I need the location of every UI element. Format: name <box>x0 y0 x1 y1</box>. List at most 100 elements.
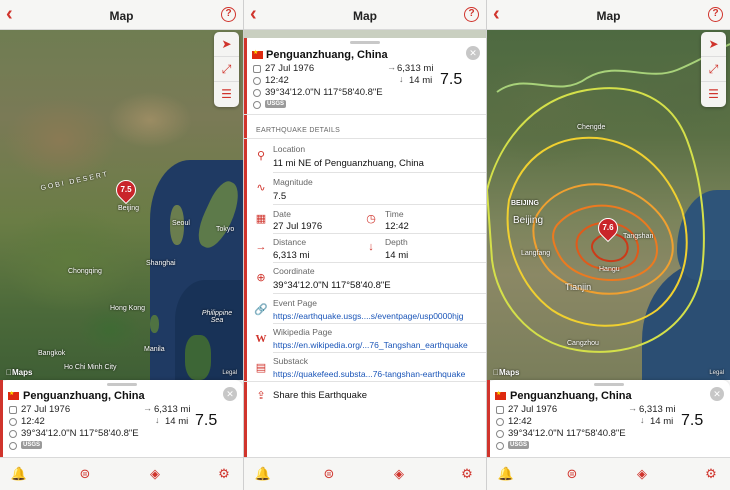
map-pin-icon: ⚲ <box>256 150 266 162</box>
divider <box>244 138 486 139</box>
list-icon[interactable]: ☰ <box>214 82 239 107</box>
wikipedia-link[interactable]: https://en.wikipedia.org/...76_Tangshan_… <box>273 340 468 350</box>
grabber[interactable] <box>350 41 380 44</box>
arrow-down-icon: ↓ <box>368 241 374 253</box>
grabber[interactable] <box>593 383 624 386</box>
map-controls: ➤ ⤢ ☰ <box>701 32 726 107</box>
list-icon[interactable]: ☰ <box>701 82 726 107</box>
arrow-down-icon: ↓ <box>640 415 645 425</box>
info-icon <box>496 442 504 450</box>
expand-arrows-icon[interactable]: ⤢ <box>214 57 239 82</box>
expand-arrows-icon[interactable]: ⤢ <box>701 57 726 82</box>
map-label: BEIJING <box>511 200 540 207</box>
calendar-icon <box>496 406 504 414</box>
earthquake-card[interactable]: ✕ Penguanzhuang, China 27 Jul 1976 12:42… <box>0 380 243 457</box>
clock-icon: ◷ <box>366 213 376 225</box>
bell-icon[interactable]: 🔔 <box>497 465 515 483</box>
gear-icon[interactable]: ⚙ <box>458 465 476 483</box>
nav-bar: ‹ Map ? <box>487 0 730 30</box>
event-page-link[interactable]: https://earthquake.usgs....s/eventpage/u… <box>273 311 463 321</box>
map-label: Philippine Sea <box>201 310 233 324</box>
location-arrow-icon[interactable]: ➤ <box>701 32 726 57</box>
distance-value: 6,313 mi <box>273 250 310 261</box>
divider <box>273 233 486 234</box>
map-label: Tokyo <box>216 226 235 233</box>
question-circle-icon[interactable]: ? <box>464 7 479 22</box>
target-icon <box>9 430 17 438</box>
source-badge: USGS <box>508 441 530 449</box>
event-time: 12:42 <box>21 416 45 427</box>
pin-magnitude: 7.6 <box>602 223 614 232</box>
apple-maps-text: Maps <box>6 368 32 377</box>
legal-link[interactable]: Legal <box>222 370 237 376</box>
event-time: 12:42 <box>265 75 289 86</box>
close-icon[interactable]: ✕ <box>710 387 724 401</box>
event-coordinate: 39°34'12.0"N 117°58'40.8"E <box>508 428 626 439</box>
layers-icon[interactable]: ◈ <box>146 465 164 483</box>
nav-bar: ‹ Map ? <box>0 0 243 30</box>
map-view[interactable]: Chengde BEIJING Beijing Langfang Tangsha… <box>487 30 730 380</box>
event-date: 27 Jul 1976 <box>21 404 71 415</box>
question-circle-icon[interactable]: ? <box>708 7 723 22</box>
gear-icon[interactable]: ⚙ <box>215 465 233 483</box>
clock-icon <box>253 77 261 85</box>
layers-icon[interactable]: ◈ <box>390 465 408 483</box>
event-magnitude: 7.5 <box>681 412 704 429</box>
gear-icon[interactable]: ⚙ <box>702 465 720 483</box>
section-header: EARTHQUAKE DETAILS <box>256 127 341 134</box>
map-screen-left: ‹ Map ? GOBI DESERT Beijing Seoul Tokyo … <box>0 0 243 490</box>
event-magnitude: 7.5 <box>195 412 218 429</box>
share-button[interactable]: Share this Earthquake <box>273 390 367 401</box>
event-depth: 14 mi <box>165 416 189 427</box>
substack-label: Substack <box>273 356 308 366</box>
map-label: GOBI DESERT <box>40 170 110 193</box>
apple-maps-logo: Maps <box>493 368 519 377</box>
event-distance: 6,313 mi <box>154 404 191 415</box>
list-circle-icon[interactable]: ⊜ <box>76 465 94 483</box>
wikipedia-icon: W <box>255 333 267 345</box>
map-peek <box>244 30 486 38</box>
page-title: Map <box>596 9 621 23</box>
accent-bar <box>244 110 247 457</box>
land-area <box>150 315 159 333</box>
map-view[interactable]: GOBI DESERT Beijing Seoul Tokyo Shanghai… <box>0 30 243 380</box>
date-label: Date <box>273 209 291 219</box>
list-circle-icon[interactable]: ⊜ <box>563 465 581 483</box>
contour-line <box>496 43 730 93</box>
grabber[interactable] <box>106 383 137 386</box>
substack-link[interactable]: https://quakefeed.substa...76-tangshan-e… <box>273 369 465 379</box>
target-icon <box>496 430 504 438</box>
arrow-down-icon: ↓ <box>399 74 404 84</box>
arrow-right-icon: → <box>143 403 152 413</box>
close-icon[interactable]: ✕ <box>466 46 480 60</box>
layers-icon[interactable]: ◈ <box>633 465 651 483</box>
event-coordinate: 39°34'12.0"N 117°58'40.8"E <box>265 87 383 98</box>
location-arrow-icon[interactable]: ➤ <box>214 32 239 57</box>
source-badge: USGS <box>265 100 287 108</box>
accent-bar <box>0 380 3 457</box>
map-label: Shanghai <box>146 260 176 267</box>
event-time: 12:42 <box>508 416 532 427</box>
bell-icon[interactable]: 🔔 <box>10 465 28 483</box>
legal-link[interactable]: Legal <box>709 370 724 376</box>
calendar-icon: ▦ <box>255 213 267 225</box>
map-label: Hong Kong <box>110 305 146 312</box>
coordinate-value: 39°34'12.0"N 117°58'40.8"E <box>273 280 391 291</box>
event-magnitude: 7.5 <box>440 71 463 88</box>
close-icon[interactable]: ✕ <box>223 387 237 401</box>
map-label: Tangshan <box>623 233 654 240</box>
magnitude-value: 7.5 <box>273 191 287 202</box>
list-circle-icon[interactable]: ⊜ <box>320 465 338 483</box>
bell-icon[interactable]: 🔔 <box>254 465 272 483</box>
accent-bar <box>244 38 247 110</box>
info-icon <box>9 442 17 450</box>
pin-magnitude: 7.5 <box>120 185 132 194</box>
earthquake-card[interactable]: ✕ Penguanzhuang, China 27 Jul 1976 12:42… <box>487 380 730 457</box>
map-label: Ho Chi Minh City <box>64 364 117 371</box>
map-label: Hangu <box>599 266 620 273</box>
source-badge: USGS <box>21 441 43 449</box>
divider <box>244 114 486 115</box>
event-depth: 14 mi <box>409 75 433 86</box>
divider <box>273 323 486 324</box>
question-circle-icon[interactable]: ? <box>221 7 236 22</box>
